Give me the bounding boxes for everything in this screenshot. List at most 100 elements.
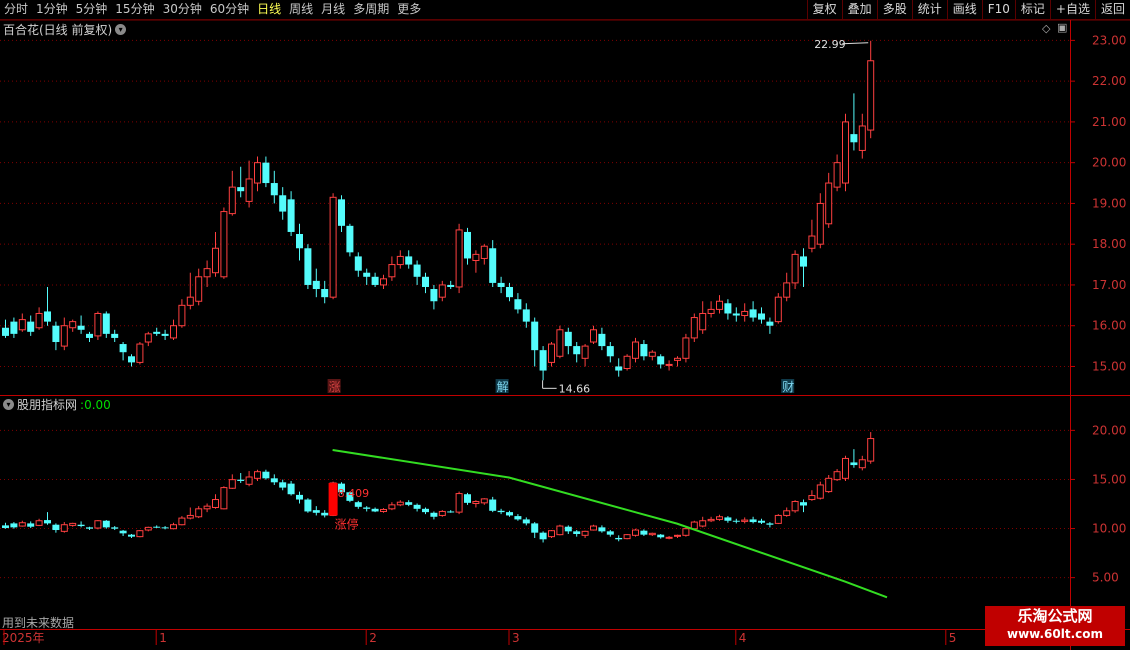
indicator-body (741, 519, 749, 522)
indicator-body (86, 527, 93, 529)
candle (220, 207, 228, 279)
indicator-bar (77, 521, 85, 528)
candle-body (699, 312, 707, 331)
candle-body (472, 253, 480, 261)
indicator-body (144, 526, 152, 531)
indicator-body (707, 518, 715, 522)
candle-body (413, 264, 421, 277)
candle (86, 331, 93, 343)
indicator-bar (413, 503, 421, 512)
high-price-label: 22.99 (814, 38, 846, 51)
month-label: 2 (369, 631, 377, 645)
candle-body (867, 60, 875, 131)
indicator-bar (573, 530, 581, 537)
indicator-bar (178, 516, 186, 526)
candle-body (254, 162, 261, 184)
candle-body (363, 272, 371, 277)
limit-up-label: 涨停 (335, 516, 359, 531)
candle (858, 113, 866, 159)
candle-body (228, 186, 236, 215)
candle (539, 346, 547, 381)
indicator-body (598, 527, 606, 532)
indicator-body (153, 526, 161, 528)
indicator-bar (825, 475, 833, 493)
indicator-bar (186, 507, 194, 520)
event-tag: 涨 (327, 379, 341, 394)
candle (27, 315, 35, 336)
candle-body (489, 248, 497, 283)
indicator-bar (380, 508, 387, 513)
candle (430, 284, 438, 310)
indicator-bar (833, 469, 841, 481)
candle (522, 303, 530, 328)
candle (682, 333, 690, 363)
candle (270, 170, 278, 204)
indicator-body (363, 507, 371, 509)
indicator-bar (556, 524, 564, 536)
candle-body (346, 225, 354, 253)
indicator-body (27, 523, 35, 527)
candle (321, 280, 329, 304)
y-tick-label: 21.00 (1092, 115, 1126, 129)
candle-body (178, 304, 186, 327)
indicator-bar (665, 535, 673, 540)
indicator-body (195, 508, 203, 518)
indicator-bar (682, 527, 690, 537)
candle (514, 293, 522, 314)
indicator-body (732, 520, 740, 522)
candle (648, 350, 656, 361)
month-label: 5 (949, 631, 957, 645)
candle-body (506, 286, 513, 298)
candle (758, 307, 765, 324)
indicator-body (354, 502, 362, 507)
indicator-bar (35, 518, 43, 527)
indicator-body (800, 502, 807, 506)
indicator-bar (531, 522, 539, 538)
candle (262, 156, 270, 188)
watermark-logo: 乐淘公式网 www.60lt.com (985, 606, 1125, 646)
candle (783, 272, 791, 302)
candle-body (766, 321, 774, 326)
high-arrow (842, 42, 869, 45)
indicator-bar (472, 500, 480, 508)
indicator-body (606, 531, 614, 535)
indicator-body (648, 532, 656, 536)
indicator-body (724, 517, 732, 521)
kline-chart[interactable]: 15.0016.0017.0018.0019.0020.0021.0022.00… (0, 0, 1130, 650)
year-label: 2025年 (2, 631, 45, 645)
indicator-bar (212, 494, 219, 509)
indicator-bar (161, 526, 169, 530)
candle (119, 342, 127, 361)
indicator-body (472, 501, 480, 505)
candle (102, 311, 110, 338)
candle-body (430, 289, 438, 302)
low-price-label: 14.66 (559, 382, 591, 395)
candle (396, 250, 404, 269)
candle-body (758, 313, 765, 320)
indicator-green-line (332, 449, 888, 599)
indicator-bar (195, 506, 203, 519)
candle (741, 303, 749, 322)
candle (279, 187, 287, 220)
indicator-bar (237, 473, 245, 483)
y-tick-label: 19.00 (1092, 196, 1126, 210)
event-tag-label: 涨 (329, 379, 341, 394)
candle-body (52, 325, 60, 343)
y-tick-label: 20.00 (1092, 423, 1126, 437)
indicator-body (220, 487, 228, 510)
indicator-body (867, 438, 875, 462)
indicator-body (858, 459, 866, 469)
indicator-body (94, 520, 102, 529)
candle-body (77, 325, 85, 330)
candle (128, 354, 135, 367)
indicator-bar (497, 508, 505, 515)
candle (615, 358, 623, 377)
indicator-body (497, 510, 505, 513)
candle (598, 327, 606, 351)
indicator-body (186, 514, 194, 519)
indicator-bar (858, 455, 866, 471)
indicator-body (287, 483, 295, 495)
indicator-body (640, 530, 648, 535)
candle-body (371, 276, 379, 285)
indicator-bar (203, 503, 211, 513)
